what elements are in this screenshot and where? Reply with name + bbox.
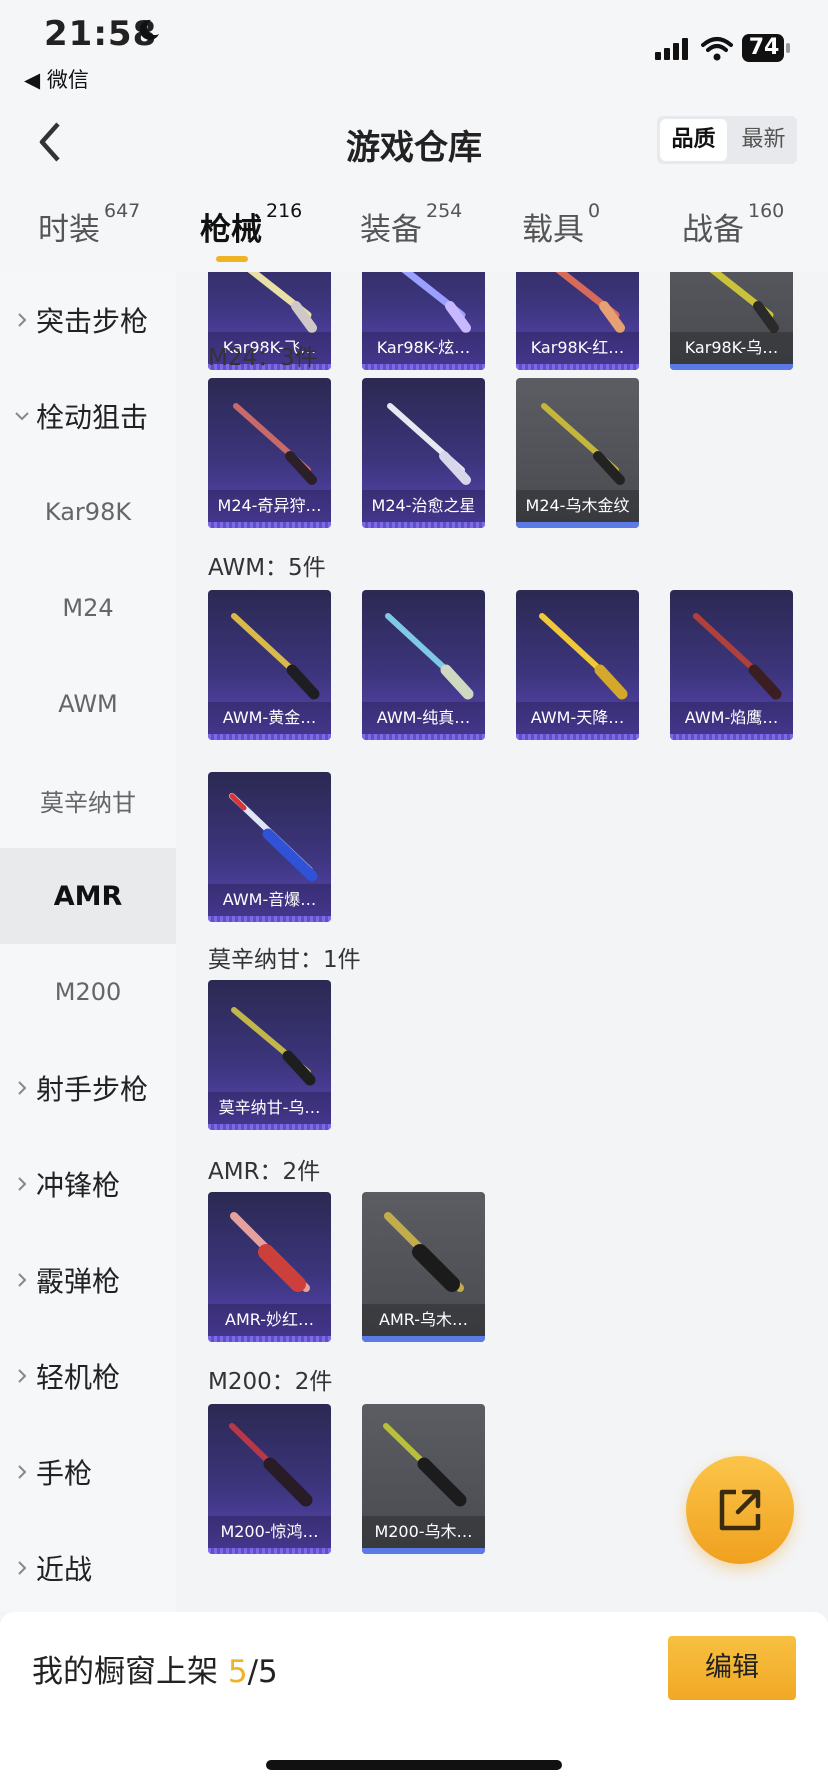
chevron-right-icon	[18, 1561, 27, 1575]
rifle-skin-icon	[233, 403, 317, 485]
sidebar-item-mosin-nagant[interactable]: 莫辛纳甘	[0, 752, 176, 848]
skin-card[interactable]: M24-治愈之星	[362, 378, 485, 528]
weapon-type-sidebar: 突击步枪 栓动狙击 Kar98K M24 AWM 莫辛纳甘 AMR M200 射…	[0, 272, 176, 1612]
status-bar: 21:58 ◀ 微信 74	[0, 0, 828, 100]
active-tab-indicator	[216, 256, 248, 262]
tab-equipment[interactable]: 装备254	[360, 200, 462, 249]
sort-by-newest[interactable]: 最新	[730, 116, 797, 164]
skin-card[interactable]: AWM-天降…	[516, 590, 639, 740]
section-title-mosin-nagant: 莫辛纳甘：1件	[208, 947, 361, 973]
rifle-skin-icon	[555, 272, 625, 333]
sort-toggle: 品质 最新	[657, 116, 797, 164]
tab-supplies[interactable]: 战备160	[682, 200, 784, 249]
sidebar-item-bolt-action-sniper[interactable]: 栓动狙击	[0, 368, 176, 464]
sidebar-item-smg[interactable]: 冲锋枪	[0, 1136, 176, 1232]
sidebar-item-m200[interactable]: M200	[0, 944, 176, 1040]
rifle-skin-icon	[247, 272, 317, 333]
nav-bar: 游戏仓库 品质 最新	[0, 100, 828, 188]
skin-card[interactable]: AMR-乌木…	[362, 1192, 485, 1342]
chevron-right-icon	[18, 1081, 27, 1095]
section-title-awm: AWM：5件	[208, 555, 326, 581]
back-to-wechat-link[interactable]: ◀ 微信	[24, 64, 89, 94]
share-button[interactable]	[686, 1456, 794, 1564]
rifle-skin-icon	[384, 1212, 464, 1292]
skin-card[interactable]: Kar98K-炫…	[362, 272, 485, 370]
sidebar-item-marksman-rifle[interactable]: 射手步枪	[0, 1040, 176, 1136]
sidebar-item-lmg[interactable]: 轻机枪	[0, 1328, 176, 1424]
skin-card[interactable]: 莫辛纳甘-乌…	[208, 980, 331, 1130]
skin-card[interactable]: AMR-妙红…	[208, 1192, 331, 1342]
sidebar-item-kar98k[interactable]: Kar98K	[0, 464, 176, 560]
chevron-right-icon	[18, 1465, 27, 1479]
rifle-skin-icon	[541, 403, 625, 485]
skin-card[interactable]: AWM-音爆…	[208, 772, 331, 922]
rifle-skin-icon	[231, 613, 320, 700]
tab-costume[interactable]: 时装647	[38, 200, 140, 249]
sidebar-item-assault-rifle[interactable]: 突击步枪	[0, 272, 176, 368]
signal-icon	[655, 38, 688, 60]
skin-card[interactable]: Kar98K-乌…	[670, 272, 793, 370]
skin-card[interactable]: AWM-黄金…	[208, 590, 331, 740]
section-title-m200: M200：2件	[208, 1369, 333, 1395]
sort-by-quality[interactable]: 品质	[660, 119, 727, 161]
skin-card[interactable]: M200-乌木…	[362, 1404, 485, 1554]
rifle-skin-icon	[231, 1007, 316, 1086]
rifle-skin-icon	[401, 272, 471, 333]
sidebar-item-pistol[interactable]: 手枪	[0, 1424, 176, 1520]
skin-card[interactable]: AWM-纯真…	[362, 590, 485, 740]
rifle-skin-icon	[230, 1212, 310, 1292]
category-tabs: 时装647 枪械216 装备254 载具0 战备160	[0, 188, 828, 272]
skin-card[interactable]: M24-奇异狩…	[208, 378, 331, 528]
rifle-skin-icon	[387, 403, 471, 485]
sidebar-item-shotgun[interactable]: 霰弹枪	[0, 1232, 176, 1328]
rifle-skin-icon	[383, 1423, 467, 1507]
rifle-skin-icon	[709, 272, 779, 333]
rifle-skin-icon	[539, 613, 628, 700]
chevron-right-icon	[18, 313, 27, 327]
sidebar-item-melee[interactable]: 近战	[0, 1520, 176, 1616]
rifle-skin-icon	[229, 1423, 313, 1507]
chevron-right-icon	[18, 1177, 27, 1191]
chevron-down-icon	[15, 412, 29, 421]
battery-level: 74	[748, 35, 780, 60]
skin-card[interactable]: M200-惊鸿…	[208, 1404, 331, 1554]
section-title-m24: M24：3件	[208, 345, 318, 371]
rifle-skin-icon	[693, 613, 782, 700]
tab-firearms[interactable]: 枪械216	[200, 200, 302, 249]
sidebar-item-m24[interactable]: M24	[0, 560, 176, 656]
skin-card[interactable]: M24-乌木金纹	[516, 378, 639, 528]
sidebar-item-amr[interactable]: AMR	[0, 848, 176, 944]
chevron-right-icon	[18, 1273, 27, 1287]
moon-icon	[139, 19, 159, 40]
skin-card[interactable]: AWM-焰鹰…	[670, 590, 793, 740]
section-title-amr: AMR：2件	[208, 1159, 321, 1185]
rifle-skin-icon	[229, 793, 318, 882]
home-indicator	[266, 1760, 562, 1770]
edit-button[interactable]: 编辑	[668, 1636, 796, 1700]
tab-vehicles[interactable]: 载具0	[522, 200, 600, 249]
skin-card[interactable]: Kar98K-红…	[516, 272, 639, 370]
rifle-skin-icon	[385, 613, 474, 700]
share-external-icon	[719, 1489, 761, 1531]
chevron-right-icon	[18, 1369, 27, 1383]
weapon-skin-grid: Kar98K-飞… Kar98K-炫… Kar98K-红… Kar98K-乌… …	[176, 272, 828, 1612]
showcase-count: 我的橱窗上架 5/5	[32, 1654, 278, 1690]
wifi-icon	[701, 37, 733, 61]
sidebar-item-awm[interactable]: AWM	[0, 656, 176, 752]
